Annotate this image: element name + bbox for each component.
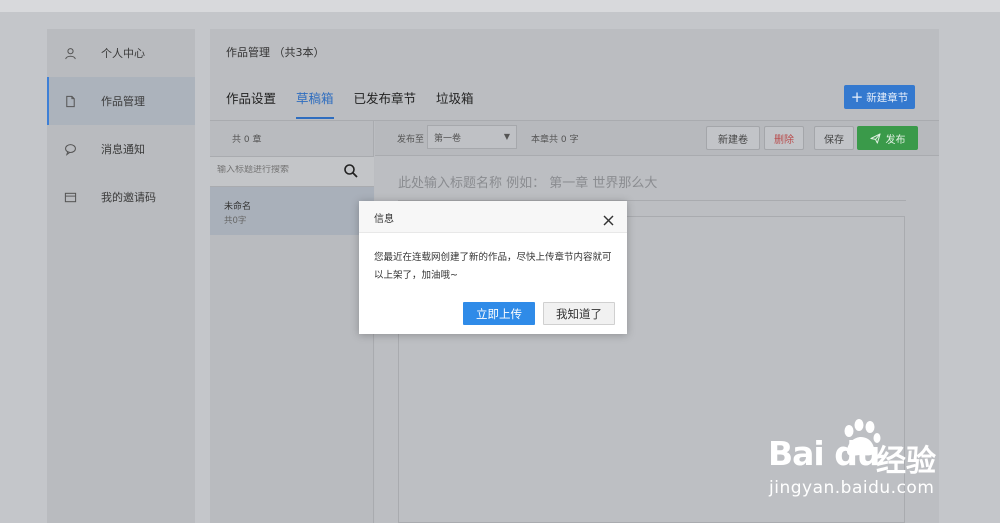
- watermark-url: jingyan.baidu.com: [769, 478, 935, 498]
- user-icon: [63, 46, 77, 60]
- sidebar-item-works[interactable]: 作品管理: [47, 77, 195, 125]
- new-chapter-label: 新建章节: [866, 91, 909, 104]
- draft-word-count: 共0字: [224, 216, 247, 226]
- save-button[interactable]: 保存: [814, 126, 854, 150]
- sidebar-item-label: 消息通知: [101, 143, 145, 156]
- draft-list-panel: 共 0 章 未命名 共0字: [210, 121, 374, 523]
- got-it-button[interactable]: 我知道了: [543, 302, 615, 325]
- sidebar-item-label: 作品管理: [101, 95, 145, 108]
- search-box: [210, 156, 374, 187]
- delete-button[interactable]: 删除: [764, 126, 804, 150]
- publish-to-label: 发布至: [397, 135, 425, 145]
- new-chapter-button[interactable]: + 新建章节: [844, 85, 915, 109]
- tab-bar: 作品设置 草稿箱 已发布章节 垃圾箱: [226, 88, 494, 119]
- list-item[interactable]: 未命名 共0字: [210, 187, 374, 235]
- publish-button[interactable]: 发布: [857, 126, 918, 150]
- plus-icon: +: [850, 87, 864, 106]
- sidebar-item-messages[interactable]: 消息通知: [47, 125, 195, 173]
- volume-value: 第一卷: [434, 133, 462, 144]
- info-dialog: 信息 您最近在连载网创建了新的作品，尽快上传章节内容就可以上架了，加油哦~ 立即…: [359, 201, 627, 334]
- sidebar: 个人中心 作品管理 消息通知 我的邀请码: [47, 29, 195, 523]
- chapter-word-count: 本章共 0 字: [531, 135, 579, 145]
- sidebar-item-label: 个人中心: [101, 47, 145, 60]
- editor-toolbar: 发布至 第一卷 ▼ 本章共 0 字 新建卷 删除 保存 发布: [375, 121, 939, 156]
- volume-select[interactable]: 第一卷 ▼: [427, 125, 517, 149]
- caret-down-icon: ▼: [503, 132, 510, 141]
- watermark-cn-text: 经验: [876, 444, 936, 479]
- close-icon[interactable]: [603, 211, 614, 226]
- sidebar-item-label: 我的邀请码: [101, 191, 156, 204]
- document-icon: [63, 94, 77, 108]
- watermark-logo-text: Bai du: [768, 434, 880, 473]
- top-bar: [0, 0, 1000, 12]
- dialog-title: 信息: [374, 214, 394, 225]
- tab-drafts[interactable]: 草稿箱: [296, 88, 334, 119]
- paper-plane-icon: [869, 132, 881, 144]
- page-title: 作品管理 （共3本）: [226, 46, 325, 59]
- dialog-header: 信息: [359, 201, 627, 233]
- search-input[interactable]: [217, 165, 337, 175]
- upload-now-button[interactable]: 立即上传: [463, 302, 535, 325]
- new-volume-button[interactable]: 新建卷: [706, 126, 760, 150]
- publish-label: 发布: [885, 134, 906, 146]
- tab-published-chapters[interactable]: 已发布章节: [354, 88, 417, 119]
- chapter-count: 共 0 章: [232, 135, 262, 145]
- search-icon[interactable]: [343, 163, 359, 179]
- sidebar-item-invite-code[interactable]: 我的邀请码: [47, 173, 195, 221]
- dialog-message: 您最近在连载网创建了新的作品，尽快上传章节内容就可以上架了，加油哦~: [374, 252, 612, 281]
- chapter-title-input[interactable]: 此处输入标题名称 例如： 第一章 世界那么大: [398, 172, 657, 191]
- card-icon: [63, 190, 77, 204]
- draft-name: 未命名: [224, 202, 252, 212]
- tab-trash[interactable]: 垃圾箱: [436, 88, 474, 119]
- baidu-watermark: Bai du 经验 jingyan.baidu.com: [766, 418, 986, 518]
- tab-work-settings[interactable]: 作品设置: [226, 88, 276, 119]
- sidebar-item-profile[interactable]: 个人中心: [47, 29, 195, 77]
- chat-bubble-icon: [63, 142, 77, 156]
